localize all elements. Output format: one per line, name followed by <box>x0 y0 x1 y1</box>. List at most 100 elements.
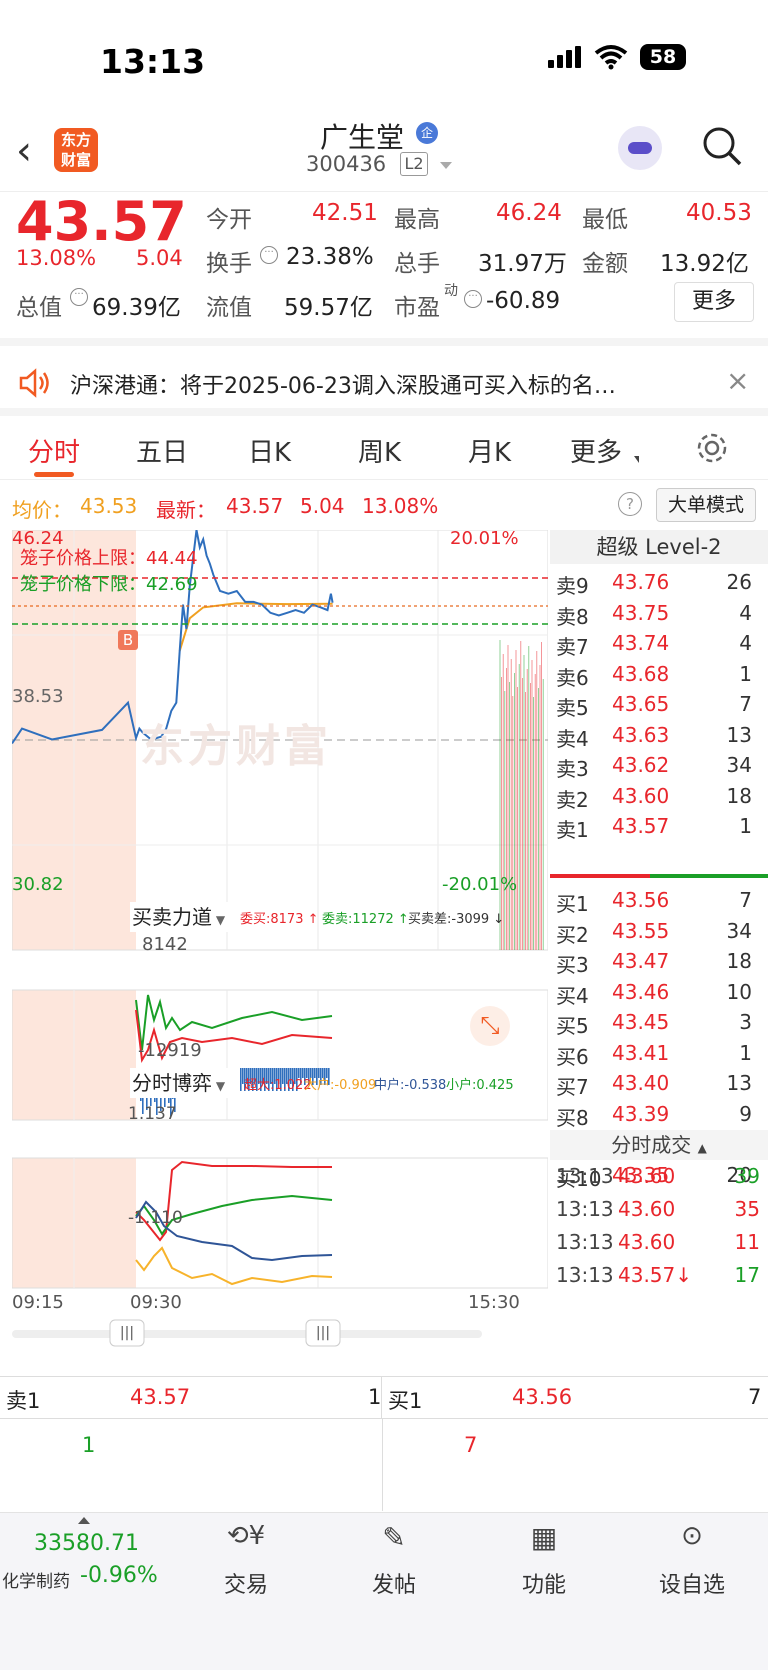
chart-svg <box>11 529 549 1347</box>
bid-label: 买3 <box>556 953 589 977</box>
quote-panel: 43.57 13.08% 5.04 今开 42.51 最高 46.24 最低 4… <box>0 190 768 346</box>
tab-five-day[interactable]: 五日 <box>136 432 188 469</box>
watermark: 东方财富 <box>140 721 332 772</box>
dots-circle-icon: ⊙ <box>681 1521 703 1551</box>
back-icon[interactable]: ‹ <box>16 128 32 174</box>
ask-row[interactable]: 卖2 43.60 18 <box>550 784 768 816</box>
ind1-name: 买卖力道 <box>132 905 212 929</box>
buy-marker[interactable]: B <box>118 630 138 650</box>
bid-price: 43.46 <box>612 979 670 1004</box>
ask-price: 43.76 <box>612 570 670 594</box>
scroll-handle-left[interactable]: ||| <box>110 1320 144 1346</box>
assistant-robot-icon[interactable] <box>618 126 662 170</box>
ask-row[interactable]: 卖8 43.75 4 <box>550 601 768 633</box>
open-value: 42.51 <box>312 200 378 226</box>
big-order-mode-button[interactable]: 大单模式 <box>656 488 756 522</box>
nav-post-label: 发帖 <box>371 1573 416 1598</box>
ind1-top: 8142 <box>142 934 188 955</box>
ask-price: 43.65 <box>612 692 670 716</box>
ind1-bottom: -12919 <box>138 1040 202 1061</box>
intraday-chart[interactable]: 东方财富 46.24 30.82 38.53 20.01% -20.01% 笼子… <box>11 528 549 1352</box>
bid-row[interactable]: 买5 43.45 3 <box>550 1010 768 1042</box>
last-value: 43.57 <box>226 494 284 518</box>
ask-price: 43.57 <box>612 814 670 838</box>
trade-row: 13:13 43.57↓ 17 <box>550 1263 768 1295</box>
bid-qty: 34 <box>726 918 752 943</box>
amount-label: 金额 <box>582 251 628 277</box>
nav-trade-label: 交易 <box>223 1573 268 1598</box>
bid-row[interactable]: 买4 43.46 10 <box>550 980 768 1012</box>
nav-watchlist[interactable]: ⊙ 设自选 <box>642 1521 742 1599</box>
stock-header: ‹ 东方财富 广生堂 企 300436 L2 <box>0 110 768 192</box>
tab-more[interactable]: 更多 <box>570 432 622 469</box>
speaker-icon <box>18 368 52 398</box>
ask-label: 卖4 <box>556 726 589 751</box>
ask-qty: 13 <box>726 722 752 747</box>
ask-row[interactable]: 卖4 43.63 13 <box>550 723 768 755</box>
tab-intraday[interactable]: 分时 <box>28 432 80 469</box>
prev-close-label: 38.53 <box>12 686 64 707</box>
tab-monthly-k[interactable]: 月K <box>468 432 511 469</box>
ask1-row: 卖1 43.57 1 <box>0 1377 382 1419</box>
cage-upper-label: 笼子价格上限：44.44 <box>20 548 198 569</box>
tab-weekly-k[interactable]: 周K <box>358 432 401 469</box>
trades-title-bar[interactable]: 分时成交 ▲ <box>550 1130 768 1160</box>
bid-row[interactable]: 买7 43.40 13 <box>550 1071 768 1103</box>
notice-bar[interactable]: 沪深港通：将于2025-06-23调入深股通可买入标的名… × <box>0 354 768 416</box>
ask-row[interactable]: 卖7 43.74 4 <box>550 631 768 663</box>
time-start: 09:15 <box>12 1292 64 1313</box>
high-value: 46.24 <box>496 200 562 226</box>
order-book: 超级 Level-2 卖9 43.76 26 卖8 43.75 4 卖7 43.74 4 卖6 43… <box>550 530 768 1342</box>
bid-price: 43.39 <box>612 1101 670 1126</box>
bid-row[interactable]: 买6 43.41 1 <box>550 1041 768 1073</box>
bid1-label: 买1 <box>388 1389 423 1413</box>
expand-up-icon <box>78 1517 90 1524</box>
ask1-queue: 1 <box>82 1433 96 1457</box>
more-dots-icon[interactable]: ··· <box>464 290 482 308</box>
ask-row[interactable]: 卖6 43.68 1 <box>550 662 768 694</box>
more-dots-icon[interactable]: ··· <box>70 288 88 306</box>
nav-post[interactable]: ✎ 发帖 <box>344 1521 444 1599</box>
ask-ratio-bar <box>550 874 650 878</box>
ask-row[interactable]: 卖5 43.65 7 <box>550 692 768 724</box>
nav-functions[interactable]: ▦ 功能 <box>494 1521 594 1599</box>
ind1-selector[interactable]: 买卖力道 ▼ <box>130 902 234 932</box>
grid-icon: ▦ <box>530 1521 558 1554</box>
ask-label: 卖8 <box>556 604 589 629</box>
open-label: 今开 <box>206 207 252 233</box>
change-amount: 5.04 <box>136 246 183 270</box>
more-dots-icon[interactable]: ··· <box>260 246 278 264</box>
ask-qty: 18 <box>726 783 752 808</box>
expand-icon[interactable]: ⤡ <box>470 1006 510 1046</box>
level-badge[interactable]: L2 <box>400 152 428 176</box>
ask-price: 43.68 <box>612 661 670 686</box>
dropdown-icon[interactable] <box>440 162 452 169</box>
volume-value: 31.97万 <box>478 251 567 277</box>
ask-row[interactable]: 卖3 43.62 34 <box>550 753 768 785</box>
bid-row[interactable]: 买3 43.47 18 <box>550 949 768 981</box>
search-icon[interactable] <box>700 124 744 168</box>
bid1-volume: 7 <box>748 1385 762 1409</box>
close-icon[interactable]: × <box>726 364 749 397</box>
index-widget[interactable]: 33580.71 化学制药 -0.96% <box>0 1513 172 1603</box>
trade-time: 13:13 <box>556 1230 614 1254</box>
ind2-super: 超大:1.022 <box>244 1078 312 1093</box>
ind2-selector[interactable]: 分时博弈 ▼ <box>130 1068 240 1098</box>
tab-daily-k[interactable]: 日K <box>248 432 291 469</box>
settings-gear-icon[interactable] <box>694 430 730 466</box>
more-button[interactable]: 更多 <box>674 282 754 322</box>
bid-row[interactable]: 买1 43.56 7 <box>550 888 768 920</box>
help-icon[interactable]: ? <box>618 492 642 516</box>
ask-row[interactable]: 卖1 43.57 1 <box>550 814 768 846</box>
volume-label: 总手 <box>394 251 440 277</box>
bid-row[interactable]: 买2 43.55 34 <box>550 919 768 951</box>
scroll-handle-right[interactable]: ||| <box>306 1320 340 1346</box>
nav-trade[interactable]: ⟲¥ 交易 <box>196 1521 296 1599</box>
bid-row[interactable]: 买8 43.39 9 <box>550 1102 768 1134</box>
trade-time: 13:13 <box>556 1164 614 1188</box>
trade-icon: ⟲¥ <box>226 1521 266 1551</box>
nav-functions-label: 功能 <box>521 1573 566 1598</box>
ask-label: 卖9 <box>556 574 589 598</box>
ask-row[interactable]: 卖9 43.76 26 <box>550 570 768 602</box>
bid-label: 买2 <box>556 922 589 947</box>
